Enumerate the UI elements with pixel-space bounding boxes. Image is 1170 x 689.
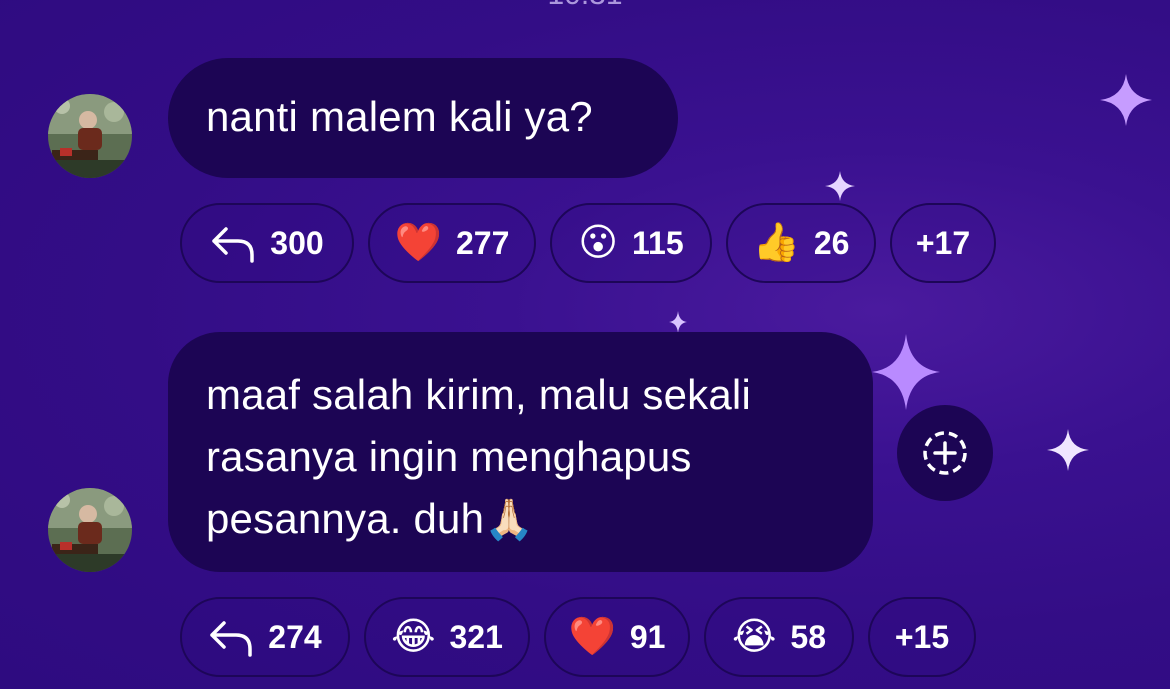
reaction-count: 26 [813, 224, 850, 261]
sparkle-icon [872, 334, 940, 410]
reaction-pill-loudly-crying[interactable]: 😭 58 [704, 597, 854, 677]
reaction-count: 115 [632, 224, 684, 261]
add-reaction-button[interactable] [897, 405, 993, 501]
tears-of-joy-emoji-icon: 😂 [391, 616, 436, 658]
reaction-bar: 300 ❤️ 277 😮 115 👍 26 +17 [180, 203, 996, 283]
more-reactions-pill[interactable]: +15 [868, 597, 976, 677]
loudly-crying-emoji-icon: 😭 [732, 616, 777, 658]
reaction-pill-thumbs-up[interactable]: 👍 26 [726, 203, 876, 283]
sparkle-icon [1100, 74, 1152, 126]
surprised-face-emoji-icon: 😮 [578, 222, 618, 264]
avatar[interactable] [48, 488, 132, 572]
more-reactions-count: +17 [915, 224, 971, 261]
sparkle-icon [825, 171, 855, 201]
message-text-line: maaf salah kirim, malu sekali [206, 371, 751, 418]
reply-arrow-icon [212, 227, 255, 263]
reply-count-pill[interactable]: 300 [180, 203, 354, 283]
reply-count-pill[interactable]: 274 [180, 597, 350, 677]
red-heart-emoji-icon: ❤️ [568, 616, 616, 658]
message-bubble[interactable]: maaf salah kirim, malu sekali rasanya in… [168, 332, 873, 572]
user-avatar-photo-icon [48, 488, 132, 572]
more-reactions-pill[interactable]: +17 [890, 203, 996, 283]
message-text: nanti malem kali ya? [206, 93, 593, 140]
message-bubble[interactable]: nanti malem kali ya? [168, 58, 678, 178]
reaction-pill-heart[interactable]: ❤️ 277 [368, 203, 536, 283]
reply-arrow-icon [210, 621, 253, 657]
message-text-line: rasanya ingin menghapus [206, 433, 692, 480]
reply-count: 274 [268, 618, 322, 655]
reaction-pill-heart[interactable]: ❤️ 91 [544, 597, 690, 677]
add-reaction-icon [923, 431, 967, 475]
reaction-pill-tears-of-joy[interactable]: 😂 321 [364, 597, 530, 677]
more-reactions-count: +15 [894, 618, 950, 655]
reaction-bar: 274 😂 321 ❤️ 91 😭 58 +15 [180, 597, 976, 677]
sparkle-icon [669, 311, 687, 333]
user-avatar-photo-icon [48, 94, 132, 178]
sparkle-icon [1047, 429, 1089, 471]
thumbs-up-emoji-icon: 👍 [752, 222, 800, 264]
reaction-count: 58 [790, 618, 826, 655]
red-heart-emoji-icon: ❤️ [394, 222, 442, 264]
reaction-count: 321 [449, 618, 503, 655]
avatar[interactable] [48, 94, 132, 178]
message-timestamp: 10.31 [0, 0, 1170, 12]
reaction-pill-surprised[interactable]: 😮 115 [550, 203, 712, 283]
reaction-count: 91 [629, 618, 666, 655]
reaction-count: 277 [455, 224, 510, 261]
praying-hands-emoji-icon: 🙏🏻 [484, 498, 535, 542]
message-text-line: pesannya. duh [206, 495, 485, 542]
reply-count: 300 [270, 224, 324, 261]
